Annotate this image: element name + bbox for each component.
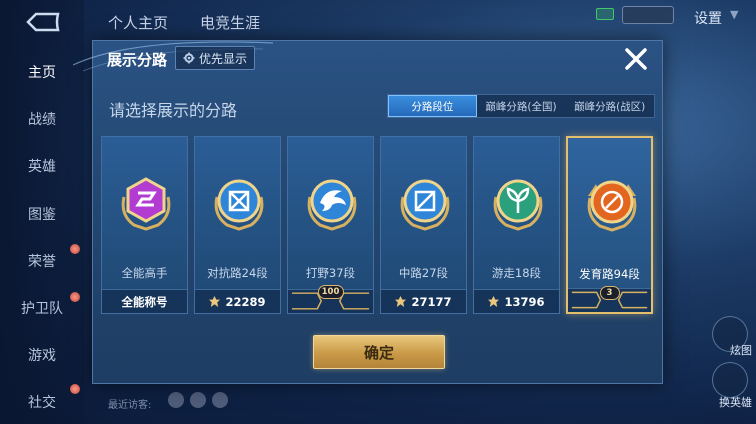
chevron-down-icon: ▼ [730, 8, 739, 21]
sidebar-item-games[interactable]: 游戏 [0, 345, 84, 365]
tab-peak-national[interactable]: 巅峰分路(全国) [477, 95, 566, 117]
rank-stars-plate: 100 [317, 285, 344, 299]
sidebar-item-heroes[interactable]: 英雄 [0, 156, 84, 176]
lane-foot: 27177 [381, 289, 466, 313]
lane-foot-text: 全能称号 [121, 294, 168, 309]
lane-tab-group: 分路段位 巅峰分路(全国) 巅峰分路(战区) [387, 94, 655, 118]
lane-foot: 22289 [195, 289, 280, 313]
lane-display-dialog: 展示分路 优先显示 请选择展示的分路 分路段位 巅峰分路(全国) 巅峰分路(战区… [73, 40, 663, 384]
skin-label: 炫图 [730, 344, 752, 357]
sidebar-item-codex[interactable]: 图鉴 [0, 204, 84, 224]
wifi-icon [596, 8, 614, 20]
star-gem-icon [488, 296, 500, 307]
visitor-avatar[interactable] [212, 392, 228, 408]
tab-peak-region[interactable]: 巅峰分路(战区) [565, 95, 654, 117]
farm-lane-badge-icon [587, 180, 637, 232]
notification-dot-icon [70, 292, 80, 302]
sidebar-item-honor[interactable]: 荣誉 [0, 251, 84, 271]
tab-profile[interactable]: 个人主页 [108, 12, 168, 33]
mid-lane-badge-icon [400, 179, 450, 231]
lane-name: 中路27段 [398, 266, 449, 280]
close-icon[interactable] [622, 45, 650, 73]
lane-card-list: 全能高手 全能称号 对抗路24段 22289 打野37段 100 中路27段 2… [101, 136, 656, 314]
jungle-badge-icon [307, 179, 357, 231]
switch-hero-label: 换英雄 [719, 396, 752, 409]
gear-icon [183, 52, 195, 64]
lane-card-farm[interactable]: 发育路94段 3 [566, 136, 653, 314]
battery-icon [622, 6, 674, 24]
back-arrow-icon[interactable] [22, 10, 62, 34]
star-gem-icon [209, 296, 221, 307]
sidebar-item-records[interactable]: 战绩 [0, 109, 84, 129]
lane-foot: 13796 [474, 289, 559, 313]
lane-name: 对抗路24段 [207, 266, 268, 280]
lane-score: 27177 [411, 294, 452, 309]
sidebar-item-home[interactable]: 主页 [0, 62, 84, 82]
confirm-button[interactable]: 确定 [313, 335, 445, 369]
clash-lane-badge-icon [214, 179, 264, 231]
lane-card-jungle[interactable]: 打野37段 100 [287, 136, 374, 314]
lane-card-allround[interactable]: 全能高手 全能称号 [101, 136, 188, 314]
notification-dot-icon [70, 384, 80, 394]
lane-foot: 全能称号 [102, 289, 187, 313]
visitor-avatar[interactable] [190, 392, 206, 408]
selection-prompt: 请选择展示的分路 [109, 101, 238, 120]
allround-badge-icon [121, 177, 171, 231]
sidebar-item-social[interactable]: 社交 [0, 392, 84, 412]
dialog-header: 展示分路 优先显示 [73, 41, 662, 75]
recent-visitors-label: 最近访客: [108, 400, 152, 411]
lane-name: 发育路94段 [579, 267, 640, 281]
lane-name: 打野37段 [305, 266, 356, 280]
tab-esports-career[interactable]: 电竞生涯 [200, 12, 260, 33]
tab-lane-rank[interactable]: 分路段位 [388, 95, 477, 117]
lane-card-clash[interactable]: 对抗路24段 22289 [194, 136, 281, 314]
lane-card-mid[interactable]: 中路27段 27177 [380, 136, 467, 314]
settings-button[interactable]: 设置 [694, 8, 722, 28]
lane-card-roam[interactable]: 游走18段 13796 [473, 136, 560, 314]
lane-name: 全能高手 [121, 266, 168, 280]
lane-name: 游走18段 [491, 266, 542, 280]
left-sidebar: 主页 战绩 英雄 图鉴 荣誉 护卫队 游戏 社交 [0, 0, 84, 424]
visitor-avatar[interactable] [168, 392, 184, 408]
roam-badge-icon [493, 179, 543, 231]
star-gem-icon [395, 296, 407, 307]
rank-stars-plate: 3 [599, 286, 620, 300]
lane-score: 13796 [504, 294, 545, 309]
notification-dot-icon [70, 244, 80, 254]
priority-display-label: 优先显示 [198, 51, 247, 66]
switch-hero-button[interactable] [712, 362, 748, 398]
lane-score: 22289 [225, 294, 266, 309]
dialog-title: 展示分路 [107, 51, 168, 69]
priority-display-button[interactable]: 优先显示 [175, 46, 255, 70]
